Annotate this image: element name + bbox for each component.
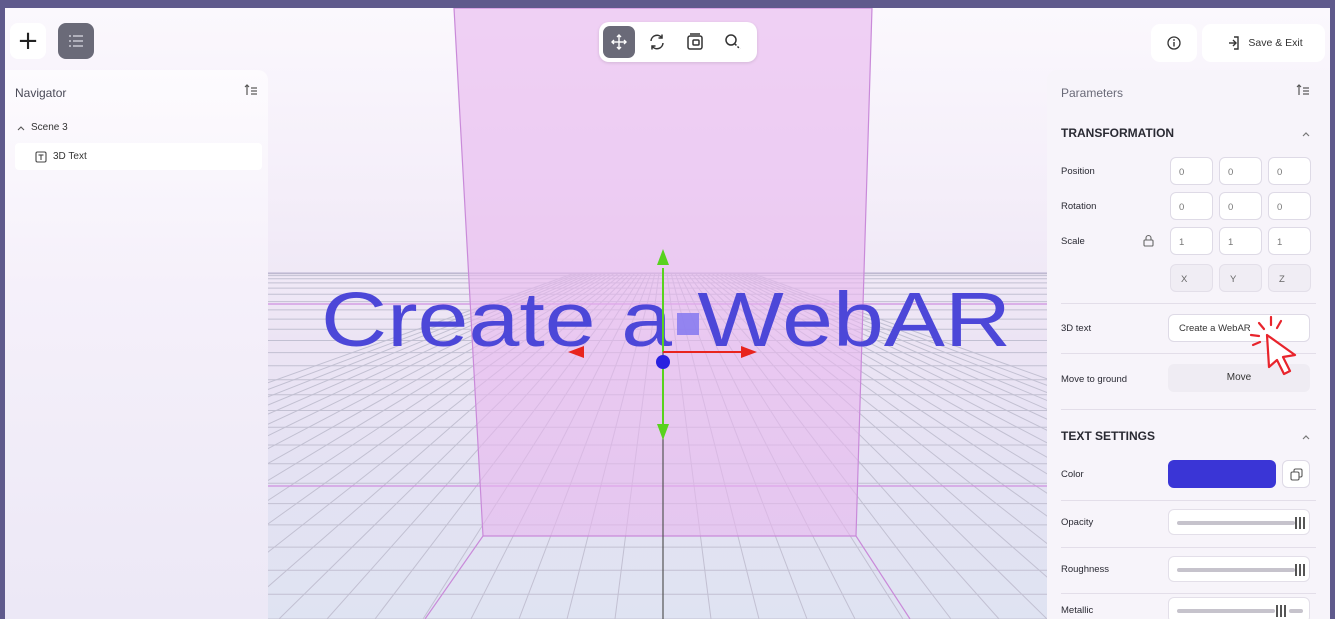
copy-icon	[1289, 467, 1303, 481]
metallic-slider[interactable]	[1168, 597, 1310, 619]
opacity-label: Opacity	[1061, 517, 1094, 528]
scale-tool-icon	[687, 33, 703, 50]
roughness-label: Roughness	[1061, 564, 1110, 575]
scene-label: Scene 3	[31, 122, 68, 133]
rotate-tool-icon	[650, 34, 664, 50]
editor-frame: Create a WebAR + Save & Exit Navigator S…	[5, 8, 1330, 619]
roughness-slider[interactable]	[1168, 556, 1310, 582]
object-label: 3D Text	[53, 151, 87, 162]
scale-x-input[interactable]: 1	[1170, 227, 1213, 255]
position-x-input[interactable]: 0	[1170, 157, 1213, 185]
axis-x-label: X	[1170, 264, 1213, 292]
divider	[1061, 593, 1316, 594]
chevron-up-icon[interactable]	[1300, 128, 1312, 140]
move-tool-button[interactable]	[603, 26, 635, 58]
slider-track-remaining	[1289, 609, 1303, 613]
axis-y-label: Y	[1219, 264, 1262, 292]
rotation-label: Rotation	[1061, 201, 1097, 212]
3d-text-label: 3D text	[1061, 323, 1092, 334]
3d-text-object[interactable]: Create a WebAR	[321, 277, 1011, 363]
rotation-x-input[interactable]: 0	[1170, 192, 1213, 220]
navigator-toggle-button[interactable]	[58, 23, 94, 59]
transformation-section-title: TRANSFORMATION	[1061, 126, 1175, 140]
text-object-icon	[35, 150, 47, 163]
rotation-y-input[interactable]: 0	[1219, 192, 1262, 220]
sort-icon[interactable]	[1296, 84, 1310, 96]
slider-track	[1177, 568, 1295, 572]
save-exit-label: Save & Exit	[1248, 37, 1303, 49]
plane-edge	[424, 535, 484, 619]
chevron-up-icon[interactable]	[1300, 431, 1312, 443]
position-z-input[interactable]: 0	[1268, 157, 1311, 185]
divider	[1061, 500, 1316, 501]
color-label: Color	[1061, 469, 1084, 480]
slider-handle[interactable]	[1295, 564, 1305, 576]
plane-handle	[677, 313, 699, 335]
text-settings-section-title: TEXT SETTINGS	[1061, 429, 1156, 443]
zoom-tool-icon	[725, 34, 741, 50]
zoom-tool-button[interactable]	[717, 26, 749, 58]
slider-track	[1177, 521, 1295, 525]
navigator-title: Navigator	[15, 86, 67, 100]
slider-handle[interactable]	[1295, 517, 1305, 529]
slider-track	[1177, 609, 1275, 613]
position-label: Position	[1061, 166, 1095, 177]
rotate-tool-button[interactable]	[641, 26, 673, 58]
exit-icon	[1229, 36, 1240, 50]
pointer-cursor-icon	[1249, 315, 1297, 376]
info-icon	[1167, 36, 1181, 50]
move-tool-icon	[611, 34, 627, 50]
plane-edge	[855, 535, 911, 619]
plus-icon: +	[17, 26, 39, 56]
metallic-label: Metallic	[1061, 605, 1094, 616]
divider	[1061, 547, 1316, 548]
scale-label: Scale	[1061, 236, 1085, 247]
chevron-up-icon	[17, 125, 25, 130]
sort-icon[interactable]	[244, 84, 258, 96]
z-axis-handle	[656, 355, 670, 369]
color-swatch[interactable]	[1168, 460, 1276, 488]
slider-handle[interactable]	[1276, 605, 1286, 617]
scale-tool-button[interactable]	[679, 26, 711, 58]
lock-icon[interactable]	[1143, 234, 1154, 247]
opacity-slider[interactable]	[1168, 509, 1310, 535]
scale-z-input[interactable]: 1	[1268, 227, 1311, 255]
add-object-button[interactable]: +	[10, 23, 46, 59]
scene-tree-item[interactable]: Scene 3	[17, 122, 68, 133]
object-tree-item[interactable]: 3D Text	[15, 143, 262, 170]
axis-z-label: Z	[1268, 264, 1311, 292]
list-icon	[69, 35, 83, 47]
divider	[1061, 303, 1316, 304]
scale-y-input[interactable]: 1	[1219, 227, 1262, 255]
rotation-z-input[interactable]: 0	[1268, 192, 1311, 220]
copy-color-button[interactable]	[1282, 460, 1310, 488]
parameters-title: Parameters	[1061, 86, 1124, 100]
position-y-input[interactable]: 0	[1219, 157, 1262, 185]
save-exit-button[interactable]: Save & Exit	[1202, 24, 1325, 62]
info-button[interactable]	[1151, 24, 1197, 62]
navigator-panel: Navigator Scene 3 3D Text	[5, 70, 268, 619]
move-to-ground-label: Move to ground	[1061, 374, 1128, 385]
divider	[1061, 409, 1316, 410]
transform-toolbar	[599, 22, 757, 62]
